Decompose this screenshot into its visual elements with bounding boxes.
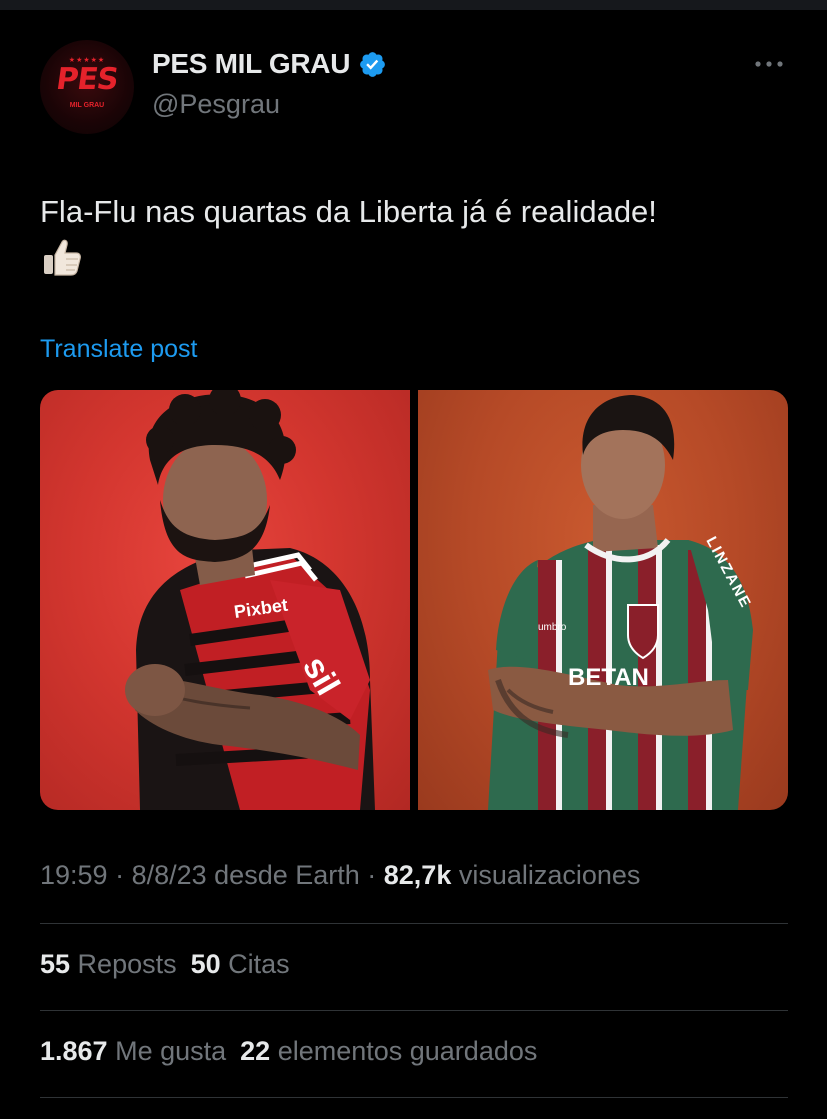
reposts-label: Reposts xyxy=(70,949,177,979)
meta-separator: · xyxy=(107,860,132,890)
author-name-row: PES MIL GRAU xyxy=(152,48,387,80)
quotes-stat[interactable]: 50 Citas xyxy=(191,949,290,979)
right-shirt-text: BETAN xyxy=(568,664,649,691)
translate-post-link[interactable]: Translate post xyxy=(40,335,197,364)
post-text: Fla-Flu nas quartas da Liberta já é real… xyxy=(40,194,657,229)
post-date[interactable]: 8/8/23 xyxy=(132,860,207,890)
likes-stat[interactable]: 1.867 Me gusta xyxy=(40,1036,226,1066)
divider xyxy=(40,1010,788,1011)
likes-label: Me gusta xyxy=(107,1036,227,1066)
reposts-stat[interactable]: 55 Reposts xyxy=(40,949,177,979)
player-red-shirt-illustration: Pixbet sil xyxy=(125,390,375,810)
top-border xyxy=(0,0,827,10)
post-time[interactable]: 19:59 xyxy=(40,860,108,890)
avatar-logo-text: PES xyxy=(53,62,121,97)
bookmarks-stat[interactable]: 22 elementos guardados xyxy=(240,1036,537,1066)
thumbs-up-icon xyxy=(44,239,81,276)
meta-separator: · xyxy=(359,860,384,890)
avatar-logo-subtext: MIL GRAU xyxy=(69,102,105,109)
quotes-label: Citas xyxy=(220,949,290,979)
post-metadata: 19:59 · 8/8/23 desde Earth · 82,7k visua… xyxy=(40,860,640,891)
player-tricolor-shirt-illustration: BETAN umbro LINZANE xyxy=(488,395,755,810)
post-media: Pixbet sil BETAN umbro LINZANE xyxy=(40,390,788,810)
post-source: desde Earth xyxy=(206,860,360,890)
divider xyxy=(40,923,788,924)
author-handle[interactable]: @Pesgrau xyxy=(152,89,280,120)
bookmarks-count: 22 xyxy=(240,1036,271,1066)
views-label: visualizaciones xyxy=(451,860,641,890)
author-display-name[interactable]: PES MIL GRAU xyxy=(152,48,350,80)
bookmarks-label: elementos guardados xyxy=(270,1036,538,1066)
likes-count: 1.867 xyxy=(40,1036,108,1066)
reposts-count: 55 xyxy=(40,949,71,979)
stats-row-reposts: 55 Reposts 50 Citas xyxy=(40,949,304,980)
quotes-count: 50 xyxy=(190,949,221,979)
avatar[interactable]: ★★★★★ PES MIL GRAU xyxy=(40,40,134,134)
stats-row-likes: 1.867 Me gusta 22 elementos guardados xyxy=(40,1036,551,1067)
views-count: 82,7k xyxy=(383,860,452,890)
divider xyxy=(40,1097,788,1098)
photo-player-tricolor-shirt[interactable]: BETAN umbro LINZANE xyxy=(418,390,788,810)
photo-player-red-shirt[interactable]: Pixbet sil xyxy=(40,390,410,810)
more-options-icon[interactable] xyxy=(752,54,786,74)
right-brand-text: umbro xyxy=(538,622,567,633)
verified-badge-icon xyxy=(360,51,386,77)
